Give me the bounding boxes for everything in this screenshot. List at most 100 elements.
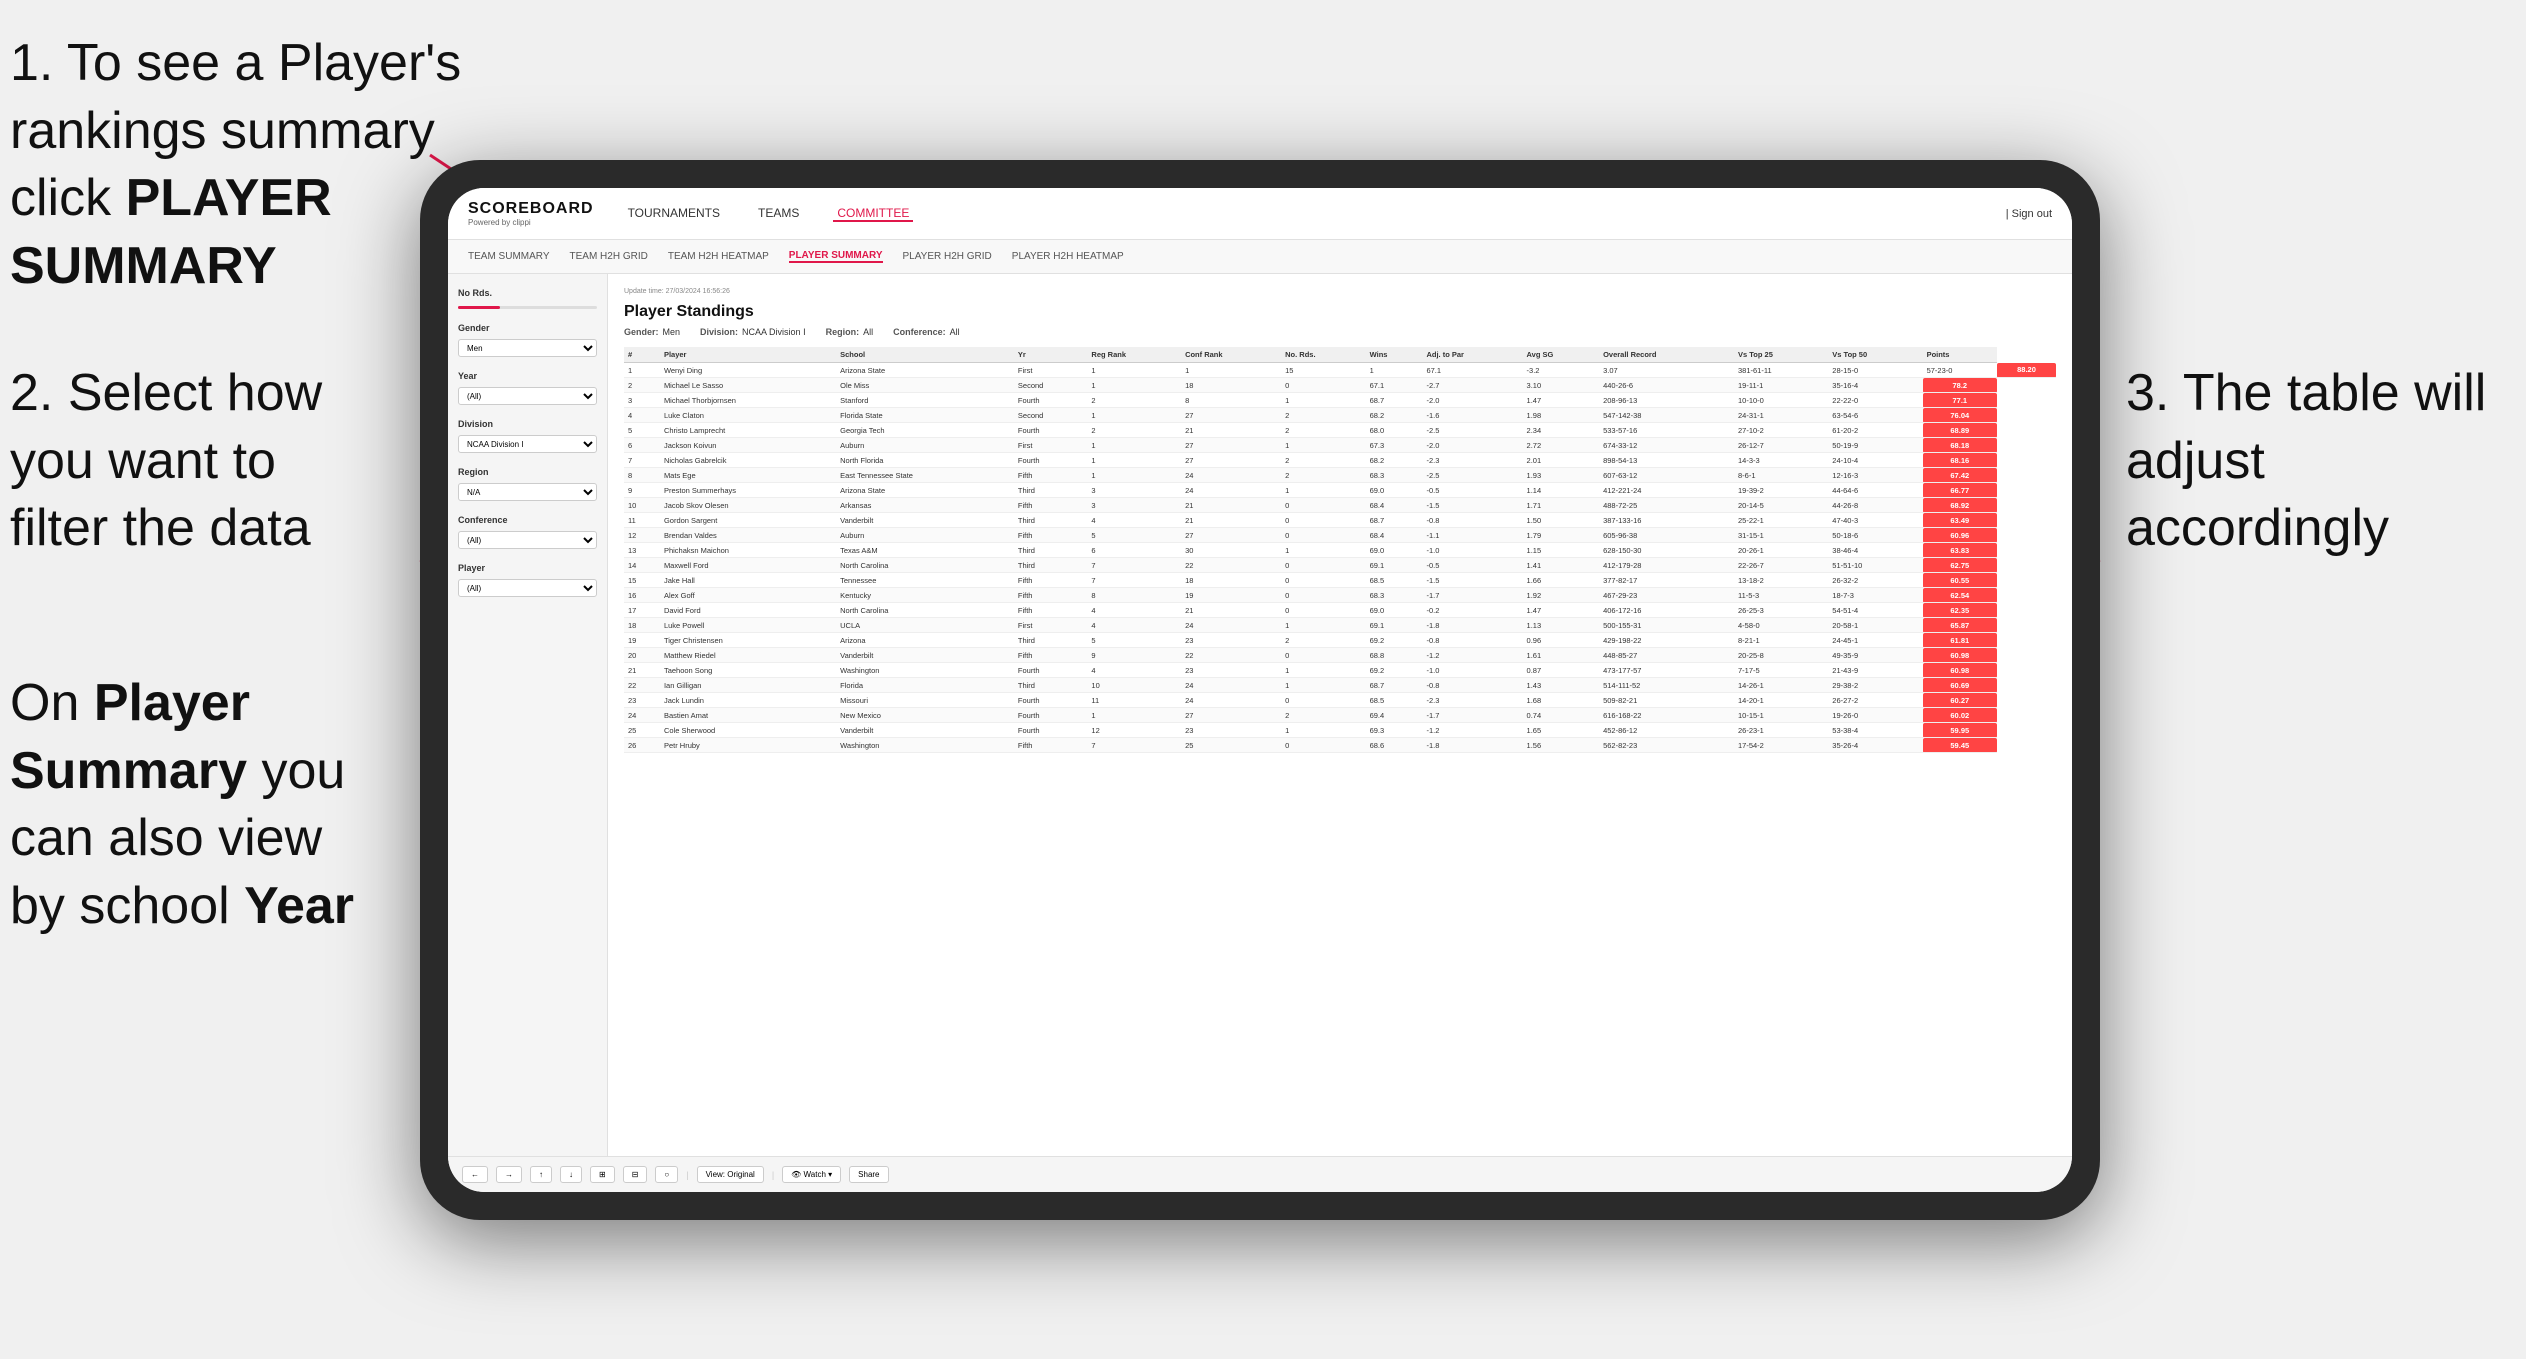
table-cell: 78.2 [1923,378,1997,393]
table-cell: 10 [624,498,660,513]
nav-right: | Sign out [2006,208,2052,220]
toolbar-up[interactable]: ↑ [530,1166,552,1183]
table-cell: 616-168-22 [1599,708,1734,723]
toolbar-redo[interactable]: → [496,1166,522,1183]
nav-link-teams[interactable]: TEAMS [754,206,803,222]
table-cell: 68.92 [1923,498,1997,513]
sub-nav-team-h2h-heatmap[interactable]: TEAM H2H HEATMAP [668,251,769,262]
col-overall-record: Overall Record [1599,347,1734,363]
table-cell: 8-6-1 [1734,468,1828,483]
sub-nav-player-h2h-heatmap[interactable]: PLAYER H2H HEATMAP [1012,251,1124,262]
sub-nav-player-summary[interactable]: PLAYER SUMMARY [789,250,883,263]
table-cell: Arizona State [836,363,1014,378]
slider-track[interactable] [458,306,597,309]
table-cell: 1 [1281,543,1365,558]
table-cell: 0 [1281,738,1365,753]
toolbar-undo[interactable]: ← [462,1166,488,1183]
sub-nav-player-h2h-grid[interactable]: PLAYER H2H GRID [903,251,992,262]
table-cell: -3.2 [1523,363,1600,378]
table-cell: Washington [836,663,1014,678]
nav-link-tournaments[interactable]: TOURNAMENTS [624,206,724,222]
table-row: 14Maxwell FordNorth CarolinaThird722069.… [624,558,2056,573]
sidebar-conference: Conference (All) [458,515,597,549]
table-cell: New Mexico [836,708,1014,723]
sidebar-year: Year (All) [458,371,597,405]
table-cell: 27 [1181,708,1281,723]
table-cell: 26-12-7 [1734,438,1828,453]
table-cell: David Ford [660,603,836,618]
table-cell: 2 [1281,708,1365,723]
table-cell: Second [1014,378,1088,393]
table-cell: 24-45-1 [1828,633,1922,648]
table-cell: Alex Goff [660,588,836,603]
table-cell: 1 [1281,438,1365,453]
col-reg-rank: Reg Rank [1087,347,1181,363]
nav-link-committee[interactable]: COMMITTEE [833,206,913,222]
table-cell: 10-15-1 [1734,708,1828,723]
table-cell: 69.0 [1366,483,1423,498]
region-select[interactable]: N/A [458,483,597,501]
table-cell: 1.98 [1523,408,1600,423]
table-cell: 68.5 [1366,573,1423,588]
gender-select[interactable]: Men [458,339,597,357]
table-cell: 59.95 [1923,723,1997,738]
table-cell: 0 [1281,558,1365,573]
table-cell: 1.93 [1523,468,1600,483]
toolbar-refresh[interactable]: ○ [655,1166,678,1183]
toolbar-down[interactable]: ↓ [560,1166,582,1183]
table-cell: 7 [1087,558,1181,573]
table-cell: 25 [1181,738,1281,753]
table-cell: 76.04 [1923,408,1997,423]
table-row: 1Wenyi DingArizona StateFirst1115167.1-3… [624,363,2056,378]
table-cell: Maxwell Ford [660,558,836,573]
table-cell: 10-10-0 [1734,393,1828,408]
table-cell: 7 [1087,573,1181,588]
table-cell: Luke Powell [660,618,836,633]
table-cell: -2.0 [1422,393,1522,408]
table-cell: 26-32-2 [1828,573,1922,588]
table-cell: Cole Sherwood [660,723,836,738]
table-cell: 31-15-1 [1734,528,1828,543]
year-select[interactable]: (All) [458,387,597,405]
table-cell: 12 [1087,723,1181,738]
table-cell: 14 [624,558,660,573]
table-cell: 16 [624,588,660,603]
table-row: 18Luke PowellUCLAFirst424169.1-1.81.1350… [624,618,2056,633]
table-cell: 10 [1087,678,1181,693]
table-cell: Third [1014,678,1088,693]
toolbar-view-original[interactable]: View: Original [697,1166,764,1183]
table-cell: 68.3 [1366,588,1423,603]
table-cell: 4 [1087,618,1181,633]
sub-nav-team-h2h-grid[interactable]: TEAM H2H GRID [570,251,648,262]
table-cell: Fourth [1014,453,1088,468]
conference-select[interactable]: (All) [458,531,597,549]
table-cell: 381-61-11 [1734,363,1828,378]
table-cell: 3 [1087,483,1181,498]
toolbar-grid-add[interactable]: ⊞ [590,1166,615,1183]
toolbar-share[interactable]: Share [849,1166,888,1183]
table-cell: 23 [624,693,660,708]
table-cell: 1.61 [1523,648,1600,663]
table-cell: 20-14-5 [1734,498,1828,513]
table-cell: 18 [624,618,660,633]
table-row: 8Mats EgeEast Tennessee StateFifth124268… [624,468,2056,483]
table-cell: 1 [1087,363,1181,378]
sub-nav-team-summary[interactable]: TEAM SUMMARY [468,251,550,262]
toolbar-grid-remove[interactable]: ⊟ [623,1166,648,1183]
toolbar-watch[interactable]: 👁 Watch ▾ [782,1166,841,1183]
division-select[interactable]: NCAA Division I [458,435,597,453]
table-cell: Vanderbilt [836,648,1014,663]
table-cell: 25 [624,723,660,738]
player-select[interactable]: (All) [458,579,597,597]
table-cell: First [1014,363,1088,378]
logo-text: SCOREBOARD [468,200,594,218]
table-row: 5Christo LamprechtGeorgia TechFourth2212… [624,423,2056,438]
table-cell: Second [1014,408,1088,423]
sign-out-link[interactable]: | Sign out [2006,208,2052,220]
sidebar-player: Player (All) [458,563,597,597]
table-cell: Washington [836,738,1014,753]
table-row: 25Cole SherwoodVanderbiltFourth1223169.3… [624,723,2056,738]
table-row: 21Taehoon SongWashingtonFourth423169.2-1… [624,663,2056,678]
conference-label: Conference [458,515,597,525]
table-cell: Third [1014,513,1088,528]
